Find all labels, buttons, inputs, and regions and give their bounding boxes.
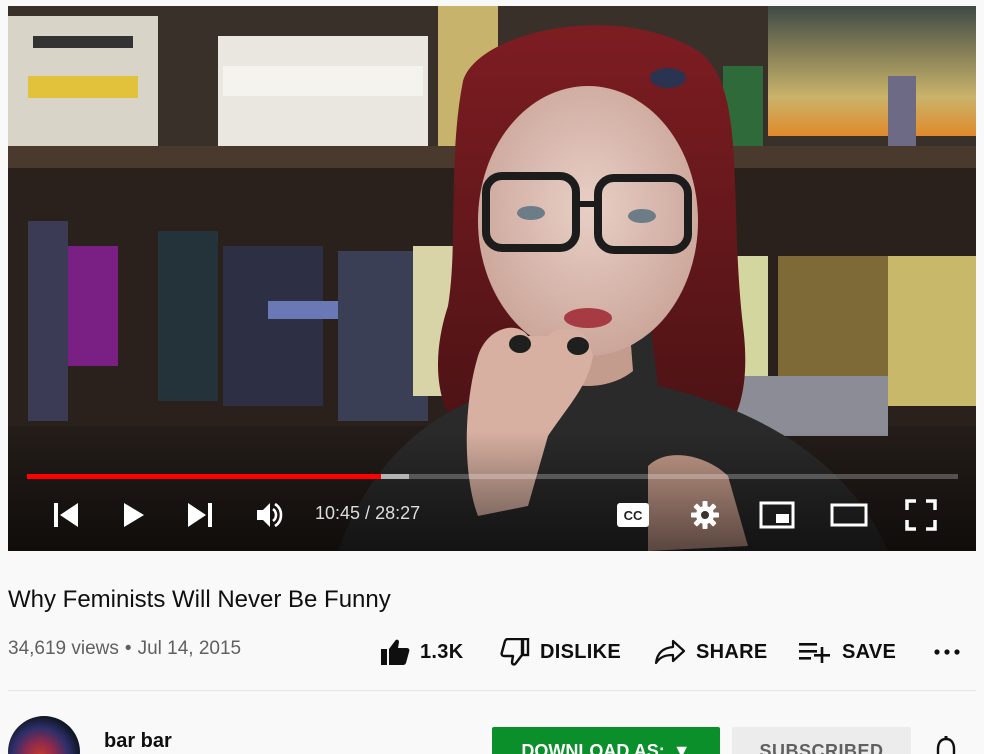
play-icon [124,503,144,527]
playlist-add-icon [799,643,830,663]
more-actions-button[interactable] [934,632,960,672]
time-display: 10:45 / 28:27 [315,503,420,524]
progress-bar[interactable] [27,474,958,479]
share-icon [654,639,686,665]
settings-button[interactable] [685,495,725,535]
like-count: 1.3K [420,640,464,663]
cc-icon: CC [617,503,649,527]
save-button[interactable]: SAVE [798,632,896,672]
cc-label: CC [624,508,643,523]
thumbs-up-icon [381,639,410,665]
publish-date: Jul 14, 2015 [137,638,242,659]
video-title: Why Feminists Will Never Be Funny [8,586,391,613]
video-player[interactable]: 10:45 / 28:27 CC [8,6,976,551]
gear-icon [691,501,719,529]
skip-next-icon [188,503,212,527]
duration: 28:27 [375,503,421,523]
subscribed-label: SUBSCRIBED [759,741,884,754]
video-meta: 34,619 views • Jul 14, 2015 [8,638,241,660]
mute-button[interactable] [250,495,290,535]
miniplayer-button[interactable] [757,495,797,535]
previous-button[interactable] [46,495,86,535]
dislike-button[interactable]: DISLIKE [500,632,621,672]
download-as-button[interactable]: DOWNLOAD AS: ▼ [492,727,720,754]
channel-avatar[interactable] [8,716,80,754]
dropdown-arrow-icon: ▼ [672,741,691,754]
divider [8,690,976,691]
channel-name[interactable]: bar bar [104,730,172,753]
meta-separator: • [124,638,132,659]
view-count: 34,619 views [8,638,119,659]
save-label: SAVE [842,640,897,663]
subscribed-button[interactable]: SUBSCRIBED [732,727,911,754]
bell-icon[interactable] [932,736,960,754]
progress-played [27,474,381,479]
like-button[interactable]: 1.3K [380,632,463,672]
dislike-label: DISLIKE [540,640,621,663]
skip-previous-icon [54,503,78,527]
fullscreen-icon [905,499,937,531]
miniplayer-icon [759,501,795,529]
fullscreen-button[interactable] [901,495,941,535]
theater-mode-icon [830,503,868,527]
download-as-label: DOWNLOAD AS: [521,741,665,754]
share-label: SHARE [696,640,768,663]
theater-mode-button[interactable] [829,495,869,535]
next-button[interactable] [180,495,220,535]
current-time: 10:45 [315,503,361,523]
more-icon [934,649,960,655]
play-button[interactable] [114,495,154,535]
thumbs-down-icon [500,638,530,666]
subtitles-button[interactable]: CC [613,495,653,535]
share-button[interactable]: SHARE [654,632,768,672]
time-separator: / [360,503,376,523]
volume-icon [257,502,283,528]
